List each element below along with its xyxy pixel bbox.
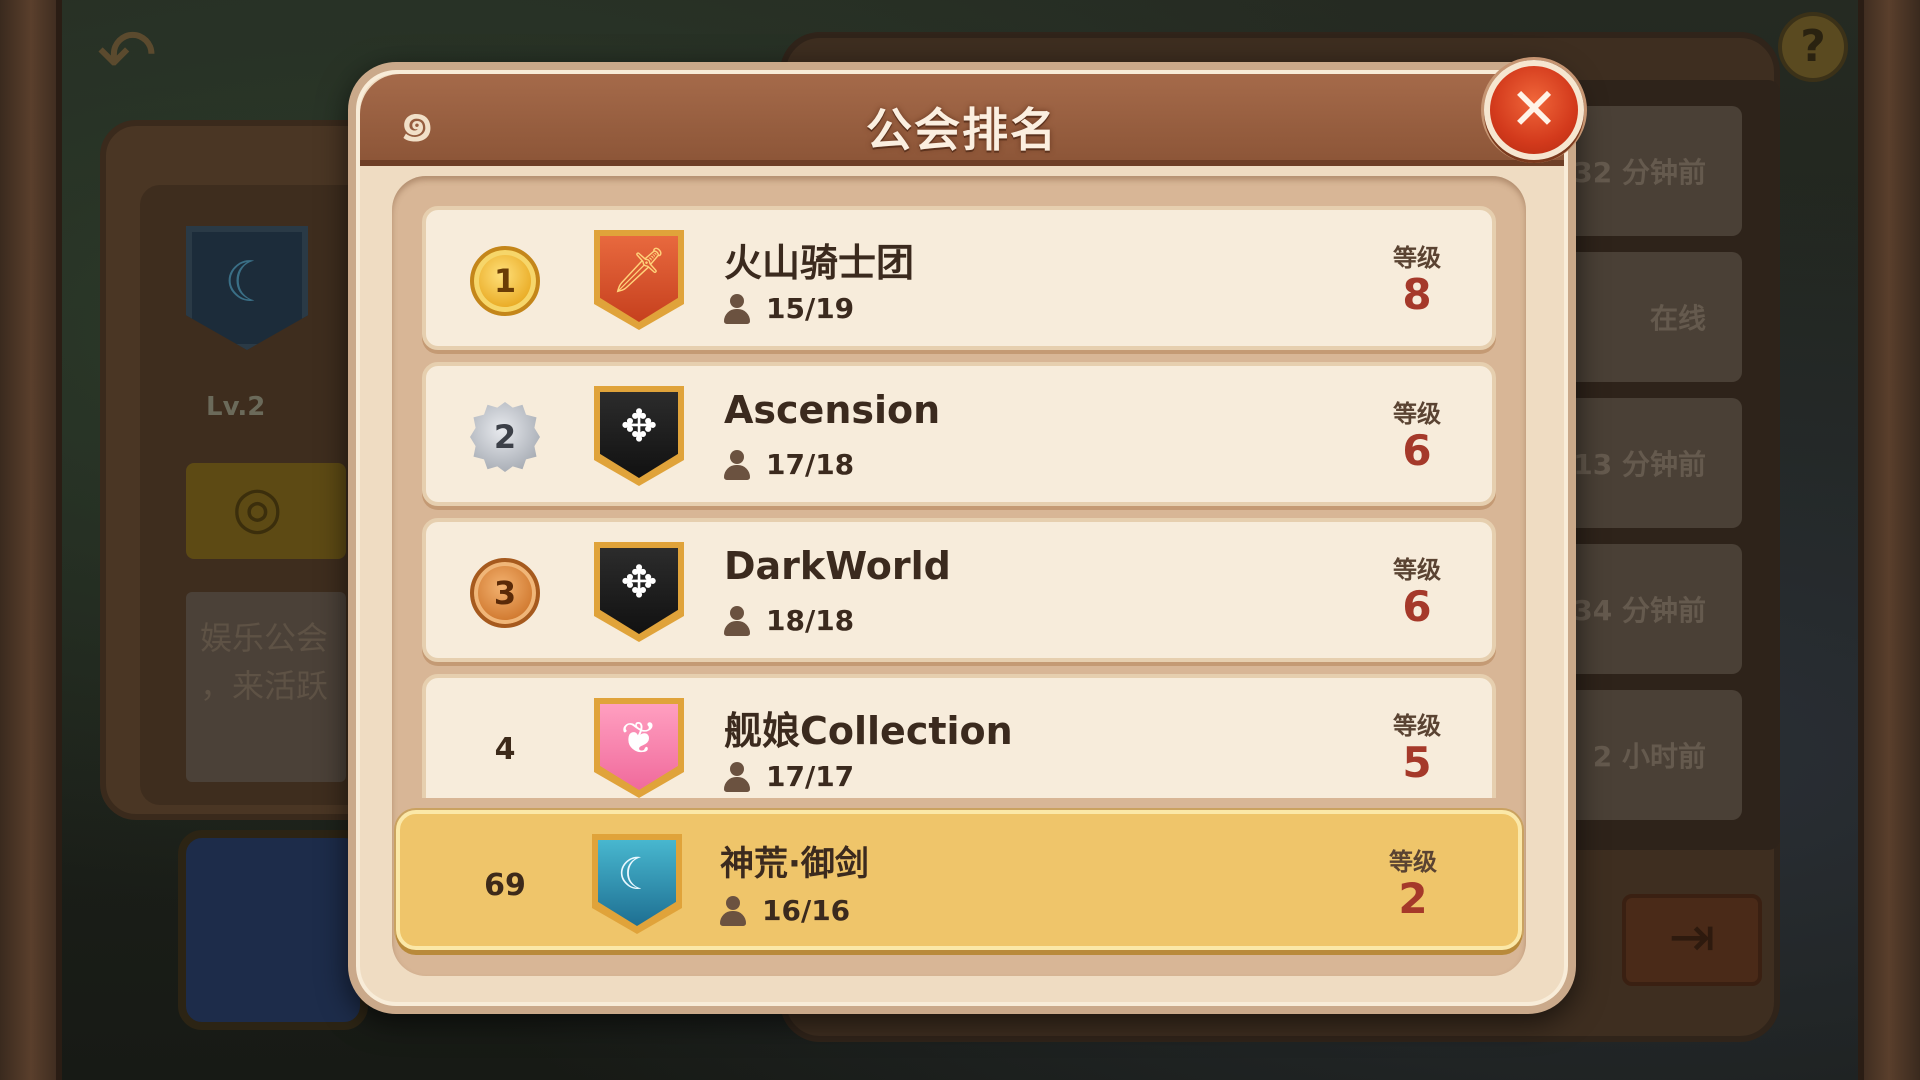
moon-crest-icon: ☾ xyxy=(592,834,682,934)
member-count: 18/18 xyxy=(724,604,854,637)
member-count-value: 15/19 xyxy=(766,292,855,325)
person-icon xyxy=(724,293,750,324)
close-icon: ✕ xyxy=(1509,75,1559,143)
member-count: 16/16 xyxy=(720,894,850,927)
medal-icon: ◎ xyxy=(232,473,283,541)
level-value: 5 xyxy=(1402,738,1432,787)
level-label: 等级 xyxy=(1389,848,1437,876)
guild-name: 火山骑士团 xyxy=(724,241,915,285)
gold-rank-badge-icon: 1 xyxy=(470,246,540,316)
guild-name: 神荒·御剑 xyxy=(720,844,869,884)
person-icon xyxy=(724,449,750,480)
left-frame xyxy=(0,0,62,1080)
level-label: 等级 xyxy=(1393,244,1441,272)
level-label: 等级 xyxy=(1393,556,1441,584)
person-icon xyxy=(724,605,750,636)
level-label: 等级 xyxy=(1393,400,1441,428)
guild-name: DarkWorld xyxy=(724,544,951,588)
guild-name: Ascension xyxy=(724,388,941,432)
guild-castle-image[interactable] xyxy=(178,830,368,1030)
sword-crest-icon: 🗡 xyxy=(594,230,684,330)
ranking-row[interactable]: 2 ✥ Ascension 17/18 等级 6 xyxy=(422,362,1496,506)
level-value: 2 xyxy=(1398,874,1428,923)
member-count: 15/19 xyxy=(724,292,854,325)
silver-rank-badge-icon: 2 xyxy=(470,402,540,472)
right-frame xyxy=(1858,0,1920,1080)
level-value: 6 xyxy=(1402,426,1432,475)
level-label: 等级 xyxy=(1393,712,1441,740)
dialog-title: 公会排名 xyxy=(866,103,1058,157)
ranking-row[interactable]: 1 🗡 火山骑士团 15/19 等级 8 xyxy=(422,206,1496,350)
butterfly-crest-icon: ❦ xyxy=(594,698,684,798)
guild-motto: 娱乐公会 ，来活跃 xyxy=(186,592,346,782)
person-icon xyxy=(720,895,746,926)
ranking-row[interactable]: 4 ❦ 舰娘Collection 17/17 等级 5 xyxy=(422,674,1496,798)
bronze-rank-badge-icon: 3 xyxy=(470,558,540,628)
member-count-value: 17/17 xyxy=(766,760,855,793)
person-icon xyxy=(724,761,750,792)
diamond-cross-crest-icon: ✥ xyxy=(594,386,684,486)
dialog-header: ๑ 公会排名 xyxy=(360,74,1564,166)
member-count: 17/18 xyxy=(724,448,854,481)
rank-number: 69 xyxy=(484,867,526,903)
diamond-cross-crest-icon: ✥ xyxy=(594,542,684,642)
exit-guild-icon[interactable]: ⇥ xyxy=(1622,894,1762,986)
member-count-value: 17/18 xyxy=(766,448,855,481)
member-count-value: 18/18 xyxy=(766,604,855,637)
help-icon[interactable]: ? xyxy=(1778,12,1848,82)
back-arrow-icon[interactable]: ↶ xyxy=(82,19,172,91)
member-count-value: 16/16 xyxy=(762,894,851,927)
ranking-list[interactable]: 1 🗡 火山骑士团 15/19 等级 8 2 ✥ Ascension 17/18… xyxy=(392,200,1526,798)
guild-name: 舰娘Collection xyxy=(724,709,1013,753)
rank-number: 4 xyxy=(494,731,516,767)
ranking-medal-button[interactable]: ◎ xyxy=(186,463,346,559)
member-count: 17/17 xyxy=(724,760,854,793)
my-guild-row[interactable]: 69 ☾ 神荒·御剑 16/16 等级 2 xyxy=(396,810,1522,950)
ranking-row[interactable]: 3 ✥ DarkWorld 18/18 等级 6 xyxy=(422,518,1496,662)
close-button[interactable]: ✕ xyxy=(1484,60,1584,160)
guild-level: Lv.2 xyxy=(206,392,266,422)
level-value: 6 xyxy=(1402,582,1432,631)
level-value: 8 xyxy=(1402,270,1432,319)
